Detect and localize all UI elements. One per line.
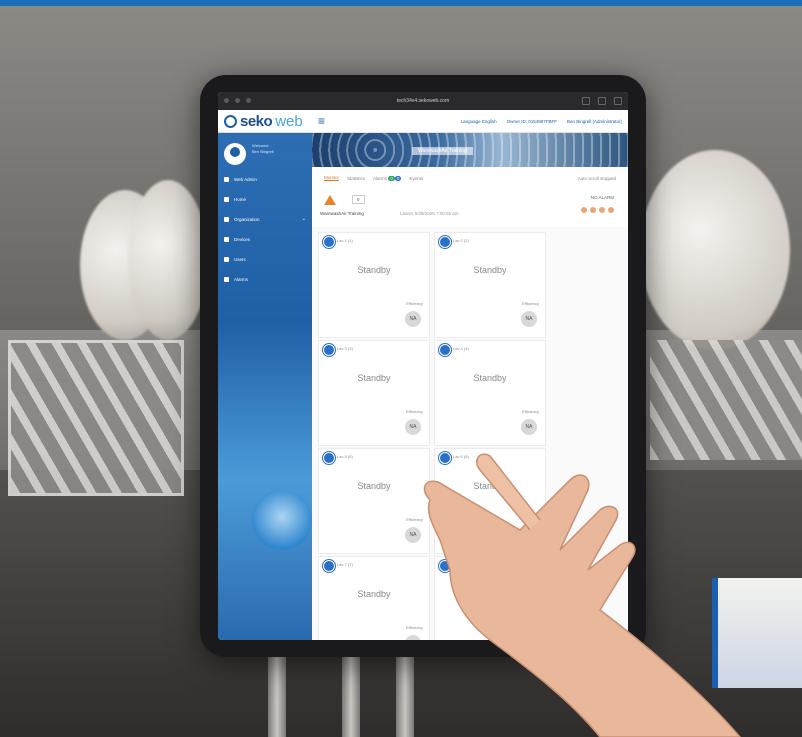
seko-mark-icon — [224, 114, 237, 128]
efficiency-value: NA — [521, 311, 537, 327]
sidebar-item-organization[interactable]: Organization ⌄ — [218, 209, 312, 229]
lane-card[interactable]: Lav 2 (2) Standby Efficiency NA — [434, 232, 546, 338]
lane-icon — [323, 344, 335, 356]
tab-monitor[interactable]: Monitor — [324, 175, 340, 181]
lane-icon — [439, 236, 451, 248]
device-selector[interactable]: 0 — [352, 195, 365, 204]
home-icon — [224, 196, 229, 202]
tab-statistics[interactable]: Statistics — [347, 176, 365, 181]
lane-state: Standby — [473, 265, 507, 275]
organization-icon — [224, 216, 229, 222]
alarm-count-badge: 0 — [388, 175, 395, 181]
logo-text-bold: seko — [240, 112, 273, 130]
device-status-bar: 0 WarewashAir Training Lasers 5/28/2025 … — [312, 189, 628, 227]
avatar[interactable] — [224, 143, 246, 165]
background-plate — [128, 180, 208, 340]
lane-label: Lav 1 (1) — [337, 238, 353, 243]
sidebar-item-label: Devices — [234, 236, 251, 242]
sidebar-item-web-admin[interactable]: Web Admin — [218, 169, 312, 189]
efficiency-label: Efficiency — [521, 409, 539, 414]
browser-address-bar[interactable]: tech34x4.sekoweb.com — [218, 92, 628, 110]
tab-alarms[interactable]: Alarms 00 — [373, 175, 402, 181]
lane-card[interactable]: Lav 4 (4) Standby Efficiency NA — [434, 340, 546, 446]
logo-text-light: web — [275, 112, 303, 130]
owner-id: Owner ID: 0154887FBFF — [506, 118, 557, 124]
sidebar-item-label: Users — [234, 256, 246, 262]
device-banner: WarewashAir Training — [312, 133, 628, 167]
lane-label: Lav 5 (5) — [337, 454, 353, 459]
device-info: Lasers 5/28/2025 7:00:55 am — [400, 211, 459, 216]
devices-icon — [224, 236, 229, 242]
user-name: Ben Bingrell — [252, 149, 274, 154]
top-accent-bar — [0, 0, 802, 6]
tab-events[interactable]: Events — [409, 176, 423, 181]
efficiency-label: Efficiency — [521, 301, 539, 306]
browser-controls — [224, 98, 251, 103]
lane-icon — [439, 344, 451, 356]
lane-icon — [323, 452, 335, 464]
no-alarm-label: NO ALARM — [590, 195, 614, 200]
efficiency-label: Efficiency — [405, 409, 423, 414]
users-icon — [224, 256, 229, 262]
warning-icon — [324, 195, 336, 205]
lane-state: Standby — [357, 373, 391, 383]
device-name: WarewashAir Training — [320, 211, 364, 216]
lane-label: Lav 2 (2) — [453, 238, 469, 243]
hand-illustration — [423, 453, 741, 737]
lane-card[interactable]: Lav 1 (1) Standby Efficiency NA — [318, 232, 430, 338]
efficiency-value: NA — [405, 311, 421, 327]
tab-bar: Monitor Statistics Alarms 00 Events Auto… — [312, 167, 628, 189]
sidebar-item-users[interactable]: Users — [218, 249, 312, 269]
lane-label: Lav 3 (3) — [337, 346, 353, 351]
sidebar-item-alarms[interactable]: Alarms — [218, 269, 312, 289]
lane-state: Standby — [473, 373, 507, 383]
water-splash-decoration — [252, 490, 312, 550]
alarm-count-badge: 0 — [394, 175, 402, 181]
lane-icon — [323, 560, 335, 572]
background-plate — [640, 150, 790, 350]
efficiency-label: Efficiency — [405, 301, 423, 306]
language-selector[interactable]: Language English — [461, 119, 497, 124]
sidebar-item-label: Alarms — [234, 276, 249, 282]
sidebar-item-devices[interactable]: Devices — [218, 229, 312, 249]
lane-label: Lav 4 (4) — [453, 346, 469, 351]
sidebar-item-label: Home — [234, 196, 247, 202]
sidebar: seko web Welcome Ben Bingrell Web Admin H… — [218, 110, 312, 640]
status-indicators — [581, 207, 614, 213]
bell-icon — [224, 276, 229, 282]
sekoweb-logo[interactable]: seko web — [218, 110, 312, 133]
tab-alarms-label: Alarms — [373, 175, 388, 181]
lane-card[interactable]: Lav 3 (3) Standby Efficiency NA — [318, 340, 430, 446]
chevron-down-icon: ⌄ — [301, 216, 306, 222]
efficiency-value: NA — [521, 419, 537, 435]
top-header: ≡ Language English Owner ID: 0154887FBFF… — [312, 110, 628, 133]
browser-tools[interactable] — [582, 97, 622, 105]
sidebar-item-label: Organization — [234, 216, 260, 222]
sidebar-item-label: Web Admin — [234, 176, 257, 182]
background-dish-rack — [8, 340, 184, 496]
admin-icon — [224, 176, 229, 182]
auto-scroll-toggle[interactable]: Auto scroll stopped — [578, 176, 616, 181]
hamburger-menu-icon[interactable]: ≡ — [318, 114, 325, 128]
banner-title: WarewashAir Training — [412, 147, 473, 155]
browser-url[interactable]: tech34x4.sekoweb.com — [397, 98, 449, 104]
lane-icon — [323, 236, 335, 248]
lane-label: Lav 7 (7) — [337, 562, 353, 567]
user-menu[interactable]: Ben Bingrell (Administrator) — [567, 119, 622, 124]
lane-state: Standby — [357, 265, 391, 275]
efficiency-value: NA — [405, 419, 421, 435]
sidebar-item-home[interactable]: Home — [218, 189, 312, 209]
user-panel: Welcome Ben Bingrell — [218, 133, 312, 169]
